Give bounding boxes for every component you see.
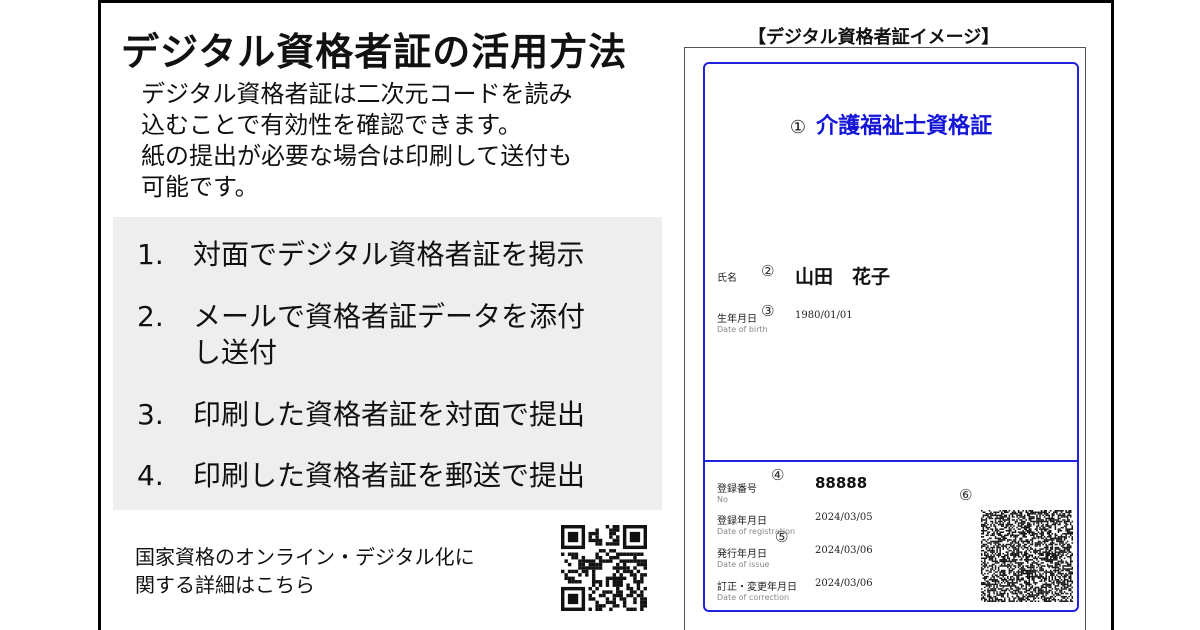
card-caption: 【デジタル資格者証イメージ】 [748,27,1000,48]
step-text: メールで資格者証データを添付 [193,300,586,333]
step-text: 印刷した資格者証を対面で提出 [193,398,586,431]
step-text: 印刷した資格者証を郵送で提出 [193,459,586,492]
reg-no-value: 88888 [815,474,868,492]
name-value: 山田 花子 [795,266,891,288]
issue-date-label-jp: 発行年月日 [717,549,767,560]
page-title: デジタル資格者証の活用方法 [121,30,628,74]
description-line: 可能です。 [141,173,259,201]
marker-4: ④ [771,466,785,484]
qr-code-icon [981,510,1073,602]
step-item: 4. 印刷した資格者証を郵送で提出 [137,458,633,494]
issue-date-value: 2024/03/06 [815,545,873,556]
birth-label-jp: 生年月日 [717,314,757,325]
certificate-title: ① 介護福祉士資格証 [705,108,1077,140]
footer-line: 関する詳細はこちら [135,573,315,597]
usage-panel: デジタル資格者証の活用方法 デジタル資格者証は二次元コードを読み 込むことで有効… [101,3,671,630]
reg-date-value: 2024/03/05 [815,512,873,523]
footer-line: 国家資格のオンライン・デジタル化に [135,545,475,569]
reg-no-label: 登録番号 No [717,480,757,504]
issue-date-label-en: Date of issue [717,560,770,569]
card-image-panel: 【デジタル資格者証イメージ】 ① 介護福祉士資格証 氏名 ② 山田 花子 生年月日… [678,3,1114,630]
step-number: 1. [137,238,164,271]
card-divider [705,460,1077,462]
reg-date-label-jp: 登録年月日 [717,516,767,527]
marker-6: ⑥ [959,486,973,504]
correction-date-label-en: Date of correction [717,593,790,602]
card-outer-border: ① 介護福祉士資格証 氏名 ② 山田 花子 生年月日 Date of birth … [684,47,1086,630]
step-number: 3. [137,398,164,431]
step-number: 2. [137,300,164,333]
marker-2: ② [761,262,775,280]
marker-3: ③ [761,302,775,320]
description-line: デジタル資格者証は二次元コードを読み [141,80,573,108]
name-label: 氏名 [717,273,737,284]
step-text: し送付 [193,336,278,369]
qr-code-icon[interactable] [561,525,647,611]
details-link-text: 国家資格のオンライン・デジタル化に 関する詳細はこちら [135,543,475,599]
birth-label-en: Date of birth [717,325,768,334]
certificate-title-text: 介護福祉士資格証 [816,114,993,139]
step-item: 3. 印刷した資格者証を対面で提出 [137,397,633,433]
correction-date-label: 訂正・変更年月日 Date of correction [717,578,797,602]
digital-certificate-card: ① 介護福祉士資格証 氏名 ② 山田 花子 生年月日 Date of birth … [703,62,1079,612]
step-item: 1. 対面でデジタル資格者証を掲示 [137,237,633,273]
description-line: 紙の提出が必要な場合は印刷して送付も [141,142,573,170]
reg-no-label-jp: 登録番号 [717,484,757,495]
correction-date-label-jp: 訂正・変更年月日 [717,582,797,593]
step-text: 対面でデジタル資格者証を掲示 [193,238,585,271]
steps-box: 1. 対面でデジタル資格者証を掲示 2. メールで資格者証データを添付 し送付 … [113,217,662,510]
marker-5: ⑤ [775,528,789,546]
correction-date-value: 2024/03/06 [815,578,873,589]
reg-no-label-en: No [717,495,728,504]
issue-date-label: 発行年月日 Date of issue [717,545,769,569]
birth-value: 1980/01/01 [795,310,853,321]
description: デジタル資格者証は二次元コードを読み 込むことで有効性を確認できます。 紙の提出… [141,79,661,203]
marker-1: ① [789,117,807,138]
step-item: 2. メールで資格者証データを添付 し送付 [137,299,633,371]
description-line: 込むことで有効性を確認できます。 [141,111,522,139]
step-number: 4. [137,459,164,492]
page-frame: デジタル資格者証の活用方法 デジタル資格者証は二次元コードを読み 込むことで有効… [98,0,1114,630]
